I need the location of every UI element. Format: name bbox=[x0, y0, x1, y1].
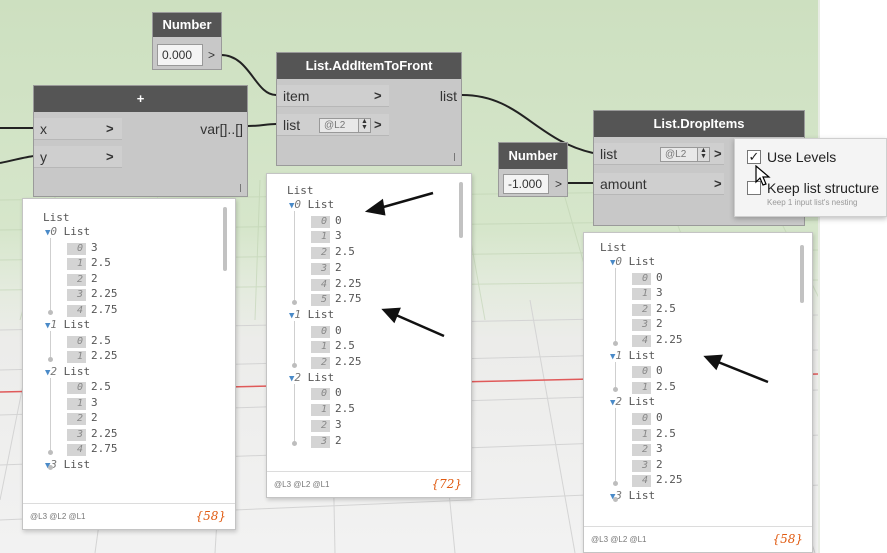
level-context-menu[interactable]: ✓ Use Levels Keep list structure Keep 1 … bbox=[734, 138, 887, 217]
use-levels-checkbox[interactable]: ✓ bbox=[747, 150, 761, 164]
mouse-cursor-icon bbox=[755, 165, 771, 186]
use-levels-label[interactable]: Use Levels bbox=[767, 149, 836, 165]
graph-canvas[interactable]: Number 0.000 > + x > y > var[]..[] List.… bbox=[0, 0, 820, 553]
keep-structure-hint: Keep 1 input list's nesting bbox=[767, 198, 858, 207]
annotation-arrows bbox=[364, 191, 769, 384]
keep-structure-label[interactable]: Keep list structure bbox=[767, 180, 879, 196]
